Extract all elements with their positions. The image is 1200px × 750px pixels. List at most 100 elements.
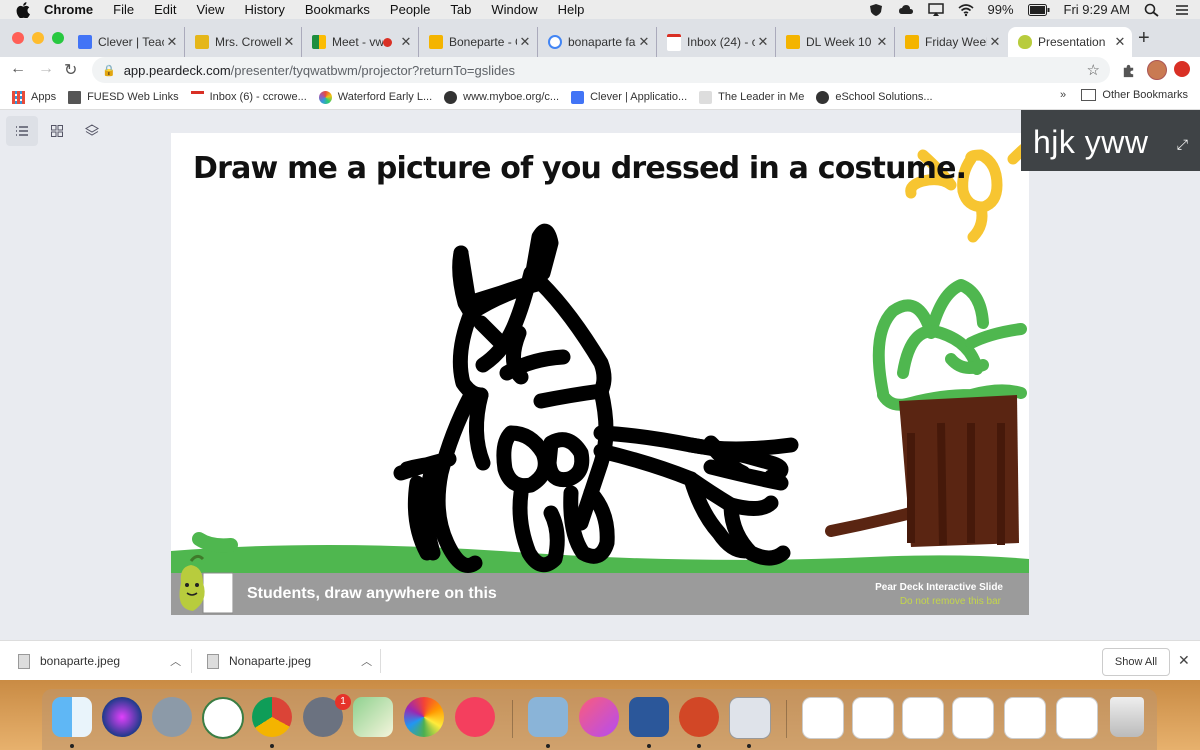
close-tab-icon[interactable]: ✕ [636, 34, 652, 50]
spotlight-search-icon[interactable] [1144, 3, 1160, 17]
menu-tab[interactable]: Tab [450, 2, 471, 17]
browser-tab[interactable]: Mrs. Crowell's ✕ [185, 27, 302, 57]
join-code-panel[interactable]: hjk yww ⤢ [1021, 110, 1200, 171]
wifi-icon[interactable] [957, 3, 974, 17]
browser-tab[interactable]: Friday Week 1 ✕ [895, 27, 1007, 57]
globe-icon [816, 90, 830, 104]
other-bookmarks[interactable]: Other Bookmarks [1081, 89, 1188, 101]
im-app-icon[interactable] [729, 697, 771, 739]
close-tab-icon[interactable]: ✕ [1112, 34, 1128, 50]
menu-file[interactable]: File [113, 2, 134, 17]
menu-people[interactable]: People [390, 2, 430, 17]
document-thumbnail-icon[interactable] [902, 697, 944, 739]
minimize-window-button[interactable] [32, 32, 44, 44]
cloud-icon[interactable] [898, 3, 914, 17]
grid-view-button[interactable] [41, 116, 73, 146]
close-tab-icon[interactable]: ✕ [874, 34, 890, 50]
forward-arrow-icon[interactable]: → [38, 60, 54, 78]
bookmark-item[interactable]: FUESD Web Links [68, 90, 179, 104]
maps-icon[interactable] [353, 697, 393, 737]
bookmark-item[interactable]: Apps [12, 90, 56, 104]
menu-edit[interactable]: Edit [154, 2, 176, 17]
browser-tab-active[interactable]: Presentation ✕ [1008, 27, 1132, 57]
news-icon[interactable] [455, 697, 495, 737]
bookmark-item[interactable]: Waterford Early L... [318, 90, 432, 104]
slide-canvas[interactable]: Draw me a picture of you dressed in a co… [171, 133, 1029, 615]
extensions-puzzle-icon[interactable] [1121, 63, 1136, 78]
expand-icon[interactable]: ⤢ [1177, 136, 1188, 153]
siri-icon[interactable] [102, 697, 142, 737]
bookmark-star-icon[interactable]: ☆ [1087, 61, 1100, 79]
chrome-icon[interactable] [252, 697, 292, 737]
school-district-icon[interactable] [202, 697, 244, 739]
bookmarks-overflow-button[interactable]: » [1060, 89, 1066, 101]
lock-icon[interactable]: 🔒 [102, 64, 116, 77]
battery-icon[interactable] [1027, 3, 1050, 16]
shield-icon[interactable] [868, 3, 884, 17]
word-icon[interactable] [629, 697, 669, 737]
download-item[interactable]: Nonaparte.jpeg ︿ [207, 641, 372, 681]
close-tab-icon[interactable]: ✕ [398, 34, 414, 50]
close-tab-icon[interactable]: ✕ [281, 34, 297, 50]
address-bar[interactable]: 🔒 app.peardeck.com/presenter/tyqwatbwm/p… [92, 57, 1110, 83]
bookmark-item[interactable]: Clever | Applicatio... [571, 90, 687, 104]
menu-window[interactable]: Window [491, 2, 537, 17]
menu-bookmarks[interactable]: Bookmarks [305, 2, 370, 17]
music-icon[interactable] [579, 697, 619, 737]
browser-tab[interactable]: Inbox (24) - c ✕ [657, 27, 776, 57]
launchpad-icon[interactable] [152, 697, 192, 737]
bookmark-item[interactable]: Inbox (6) - ccrowe... [190, 91, 307, 103]
bookmark-item[interactable]: www.myboe.org/c... [444, 90, 559, 104]
browser-tab[interactable]: Boneparte - G ✕ [419, 27, 538, 57]
document-thumbnail-icon[interactable] [952, 697, 994, 739]
menu-help[interactable]: Help [558, 2, 585, 17]
bookmark-item[interactable]: eSchool Solutions... [816, 90, 933, 104]
close-tab-icon[interactable]: ✕ [517, 34, 533, 50]
close-tab-icon[interactable]: ✕ [755, 34, 771, 50]
show-all-button[interactable]: Show All [1102, 648, 1170, 676]
finder-icon[interactable] [52, 697, 92, 737]
airplay-icon[interactable] [927, 2, 944, 17]
chevron-up-icon[interactable]: ︿ [361, 653, 372, 669]
preview-icon[interactable] [528, 697, 568, 737]
clock[interactable]: Fri 9:29 AM [1064, 2, 1130, 17]
new-tab-button[interactable]: + [1138, 27, 1150, 50]
running-indicator [70, 744, 74, 748]
divider [191, 649, 192, 673]
list-view-button[interactable] [6, 116, 38, 146]
menu-history[interactable]: History [244, 2, 284, 17]
powerpoint-icon[interactable] [679, 697, 719, 737]
tab-title: Friday Week 1 [925, 35, 987, 49]
recording-dot-icon [383, 37, 392, 47]
menu-view[interactable]: View [196, 2, 224, 17]
join-code: hjk yww [1033, 124, 1149, 160]
photos-icon[interactable] [404, 697, 444, 737]
browser-tab[interactable]: Meet - vw ✕ [302, 27, 419, 57]
document-thumbnail-icon[interactable] [1056, 697, 1098, 739]
reload-icon[interactable]: ↻ [64, 60, 77, 80]
back-arrow-icon[interactable]: ← [10, 60, 26, 78]
menu-app-name[interactable]: Chrome [44, 2, 93, 17]
update-menu-icon[interactable] [1174, 61, 1190, 77]
browser-tab[interactable]: DL Week 10 F ✕ [776, 27, 895, 57]
browser-tab[interactable]: Clever | Teach ✕ [68, 27, 185, 57]
document-thumbnail-icon[interactable] [1004, 697, 1046, 739]
apple-menu-icon[interactable] [16, 1, 30, 18]
close-tab-icon[interactable]: ✕ [987, 34, 1003, 50]
layers-view-button[interactable] [76, 116, 108, 146]
profile-avatar[interactable] [1147, 60, 1167, 80]
close-tab-icon[interactable]: ✕ [164, 34, 180, 50]
document-thumbnail-icon[interactable] [802, 697, 844, 739]
file-icon [207, 653, 219, 669]
trash-icon[interactable] [1110, 697, 1144, 737]
running-indicator [546, 744, 550, 748]
zoom-window-button[interactable] [52, 32, 64, 44]
close-icon[interactable]: ✕ [1178, 652, 1190, 669]
chevron-up-icon[interactable]: ︿ [170, 653, 181, 669]
download-item[interactable]: bonaparte.jpeg ︿ [18, 641, 181, 681]
bookmark-item[interactable]: The Leader in Me [699, 90, 804, 104]
control-center-icon[interactable] [1174, 3, 1190, 17]
document-thumbnail-icon[interactable] [852, 697, 894, 739]
close-window-button[interactable] [12, 32, 24, 44]
browser-tab[interactable]: bonaparte fal ✕ [538, 27, 657, 57]
